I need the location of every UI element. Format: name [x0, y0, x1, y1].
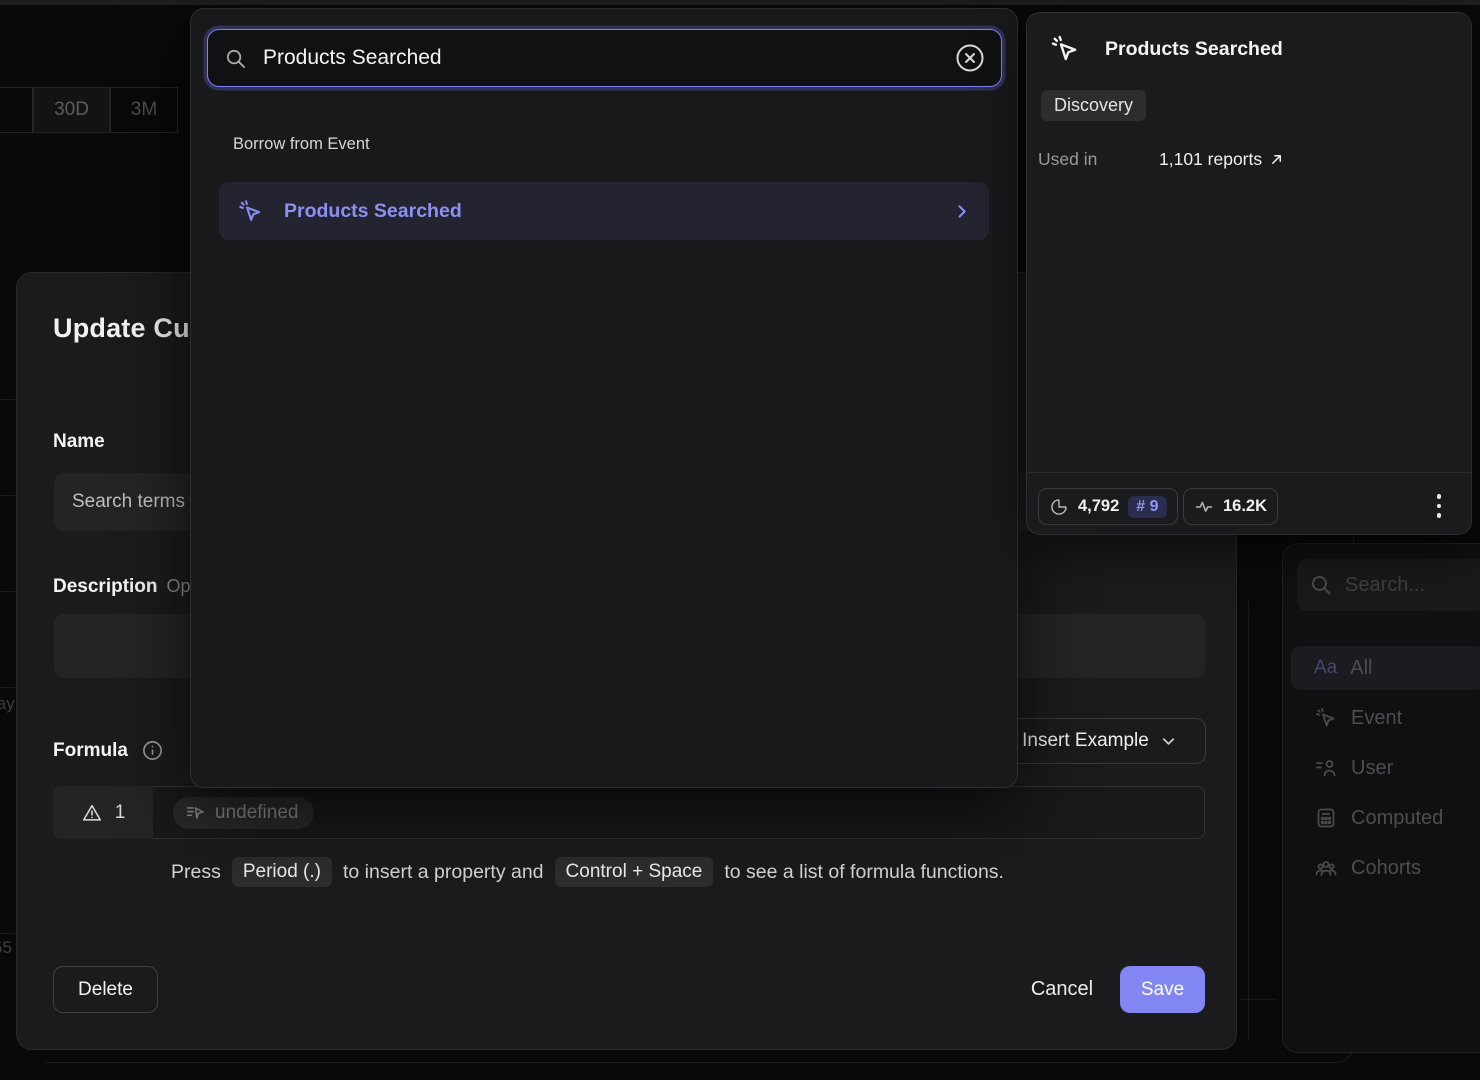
search-icon — [224, 47, 247, 70]
search-result-products-searched[interactable]: Products Searched — [219, 182, 989, 240]
chevron-right-icon — [952, 202, 971, 221]
warning-count: 1 — [115, 802, 126, 824]
event-volume-stat[interactable]: 16.2K — [1183, 488, 1278, 525]
pie-chart-icon — [1049, 497, 1069, 517]
event-cursor-icon — [237, 198, 264, 225]
borrow-event-search-modal: Borrow from Event Products Searched — [190, 8, 1018, 788]
chevron-down-icon — [1159, 732, 1178, 751]
modal-search-field[interactable] — [207, 29, 1002, 87]
activity-pulse-icon — [1194, 497, 1214, 517]
more-options-icon[interactable] — [1425, 490, 1453, 522]
info-icon[interactable] — [141, 739, 164, 762]
event-volume: 16.2K — [1223, 497, 1267, 516]
insert-example-label: Insert Example — [1022, 730, 1149, 752]
event-rank-badge: # 9 — [1128, 496, 1166, 518]
kbd-period: Period (.) — [232, 857, 332, 887]
formula-token-chip[interactable]: undefined — [173, 797, 314, 829]
app-screen: 7D 30D 3M lay 55 Aa All — [0, 0, 1480, 1080]
formula-hint: Press Period (.) to insert a property an… — [171, 857, 1004, 887]
event-card-title: Products Searched — [1105, 38, 1283, 61]
delete-button[interactable]: Delete — [53, 966, 158, 1013]
result-label: Products Searched — [284, 200, 932, 223]
event-count-stat[interactable]: 4,792 # 9 — [1038, 488, 1178, 525]
hint-text: to see a list of formula functions. — [724, 861, 1004, 884]
used-in-label: Used in — [1038, 149, 1159, 170]
hint-text: Press — [171, 861, 221, 884]
formula-token-label: undefined — [215, 802, 298, 824]
kbd-control-space: Control + Space — [555, 857, 714, 887]
category-badge: Discovery — [1041, 90, 1146, 121]
cancel-button[interactable]: Cancel — [1012, 966, 1112, 1013]
event-detail-card: Products Searched Discovery Used in 1,10… — [1026, 12, 1472, 535]
card-footer-divider — [1027, 472, 1471, 473]
formula-input[interactable]: undefined — [153, 786, 1205, 839]
event-count: 4,792 — [1078, 497, 1119, 516]
external-link-icon — [1269, 152, 1284, 167]
hint-text: to insert a property and — [343, 861, 544, 884]
insert-example-button[interactable]: Insert Example — [994, 718, 1206, 764]
formula-warning-badge: 1 — [53, 786, 153, 839]
warning-icon — [81, 802, 103, 824]
formula-label: Formula — [53, 740, 128, 762]
name-label: Name — [53, 431, 105, 453]
event-cursor-icon — [1049, 33, 1081, 65]
clear-search-icon[interactable] — [955, 43, 985, 73]
borrow-from-event-label: Borrow from Event — [233, 135, 370, 154]
used-in-reports-link[interactable]: 1,101 reports — [1159, 149, 1284, 170]
save-button[interactable]: Save — [1120, 966, 1205, 1013]
borrowed-event-icon — [185, 802, 207, 824]
description-label: Description — [53, 576, 158, 598]
reports-count: 1,101 reports — [1159, 149, 1262, 170]
modal-search-input[interactable] — [261, 45, 941, 71]
